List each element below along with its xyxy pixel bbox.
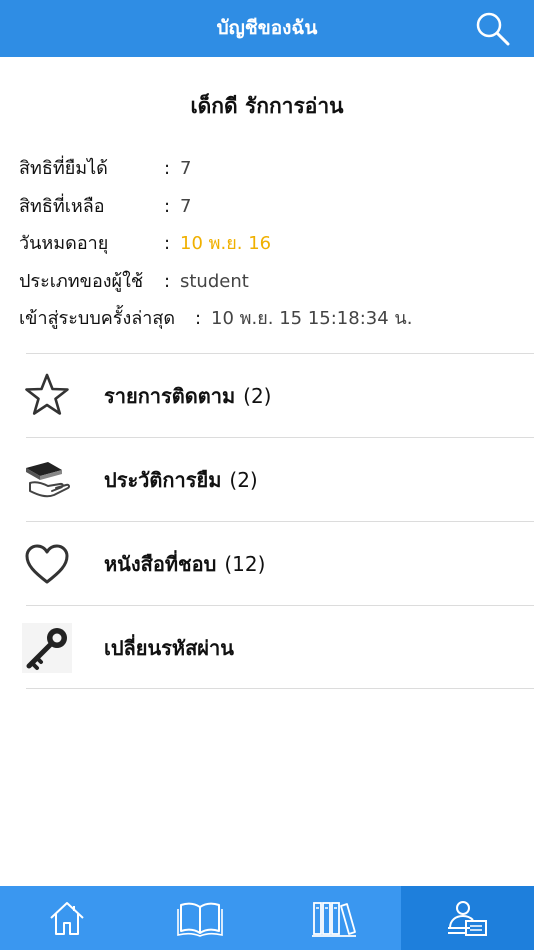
menu-item-label: ประวัติการยืม <box>104 468 222 492</box>
home-icon <box>50 902 84 935</box>
info-value: 10 พ.ย. 15 15:18:34 น. <box>211 308 413 329</box>
account-menu: รายการติดตาม (2) ประวัติการยืม (2) หนังสือ… <box>22 353 534 689</box>
info-label: วันหมดอายุ <box>19 233 109 254</box>
info-row-last-login: เข้าสู่ระบบครั้งล่าสุด : 10 พ.ย. 15 15:1… <box>19 300 519 338</box>
info-label: ประเภทของผู้ใช้ <box>19 270 144 292</box>
star-icon <box>22 371 72 421</box>
info-colon: : <box>164 270 171 292</box>
tab-home[interactable] <box>0 886 134 950</box>
top-bar: บัญชีของฉัน <box>0 0 534 57</box>
bookshelf-icon <box>311 902 356 937</box>
menu-item-change-password[interactable]: เปลี่ยนรหัสผ่าน <box>22 605 534 689</box>
info-row-expiry: วันหมดอายุ : 10 พ.ย. 16 <box>19 225 519 263</box>
menu-item-label: รายการติดตาม <box>104 384 236 408</box>
info-label: สิทธิที่ยืมได้ <box>19 158 108 179</box>
info-value: student <box>180 270 249 292</box>
menu-item-label: หนังสือที่ชอบ <box>104 552 217 576</box>
account-info: สิทธิที่ยืมได้ : 7 สิทธิที่เหลือ : 7 วัน… <box>19 150 519 338</box>
open-book-icon <box>177 902 224 937</box>
expiry-date-value: 10 พ.ย. 16 <box>180 233 272 254</box>
user-name: เด็กดี รักการอ่าน <box>190 94 344 118</box>
search-icon[interactable] <box>474 10 512 48</box>
info-colon: : <box>164 195 171 217</box>
info-row-remaining: สิทธิที่เหลือ : 7 <box>19 188 519 226</box>
info-colon: : <box>164 158 171 179</box>
account-icon <box>448 901 488 936</box>
info-value: 7 <box>180 158 192 179</box>
info-label: เข้าสู่ระบบครั้งล่าสุด <box>19 308 176 329</box>
menu-item-borrow-history[interactable]: ประวัติการยืม (2) <box>26 437 534 521</box>
info-row-borrow-limit: สิทธิที่ยืมได้ : 7 <box>19 150 519 188</box>
tab-books[interactable] <box>134 886 268 950</box>
info-row-user-type: ประเภทของผู้ใช้ : student <box>19 263 519 301</box>
page-title: บัญชีของฉัน <box>216 17 318 39</box>
info-colon: : <box>195 308 202 329</box>
book-in-hand-icon <box>22 455 72 505</box>
info-label: สิทธิที่เหลือ <box>19 195 105 217</box>
info-colon: : <box>164 233 171 254</box>
tab-library[interactable] <box>267 886 401 950</box>
heart-icon <box>22 539 72 589</box>
menu-item-count: (2) <box>243 384 272 408</box>
info-value: 7 <box>180 195 192 217</box>
menu-item-watchlist[interactable]: รายการติดตาม (2) <box>25 353 534 437</box>
menu-item-favorites[interactable]: หนังสือที่ชอบ (12) <box>25 521 534 605</box>
menu-item-count: (2) <box>229 468 258 492</box>
key-icon <box>22 623 72 673</box>
menu-item-count: (12) <box>224 552 266 576</box>
tab-bar <box>0 886 534 950</box>
tab-account[interactable] <box>400 886 534 950</box>
menu-item-label: เปลี่ยนรหัสผ่าน <box>104 636 234 660</box>
